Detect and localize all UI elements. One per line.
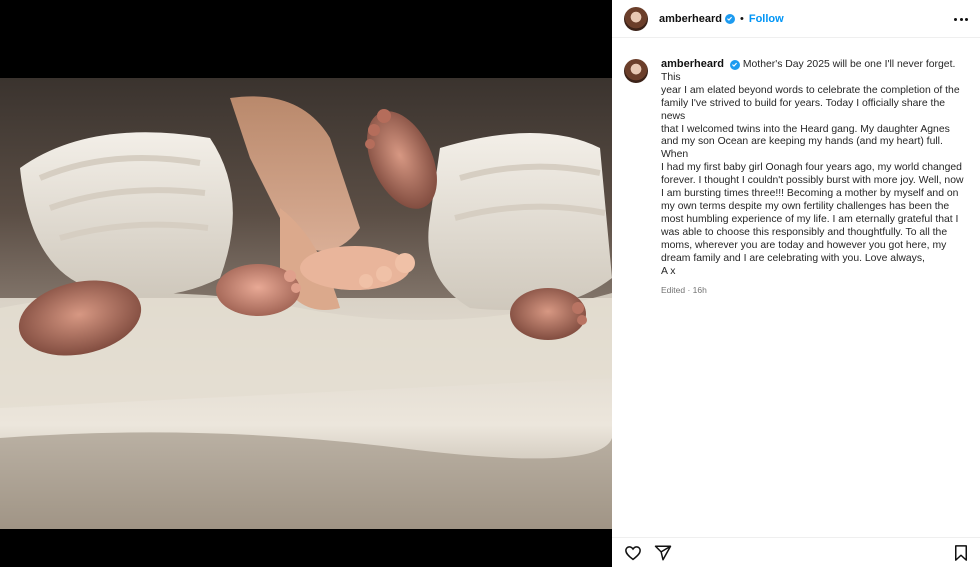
- post-media: [0, 0, 612, 567]
- verified-badge-icon: [724, 13, 735, 24]
- heart-icon[interactable]: [624, 544, 642, 562]
- post-meta[interactable]: Edited · 16h: [661, 285, 965, 295]
- caption-line: moms, wherever you are today and however…: [661, 239, 947, 251]
- caption-verified-badge-icon: [729, 59, 740, 70]
- caption-body: amberheard Mother's Day 2025 will be one…: [661, 58, 965, 295]
- newborn-feet-photo: [0, 96, 612, 529]
- caption-line: forever. I thought I couldn't possibly b…: [661, 175, 964, 187]
- follow-button[interactable]: Follow: [749, 13, 784, 25]
- send-icon[interactable]: [654, 544, 672, 562]
- caption-line: A x: [661, 265, 676, 277]
- caption-line: my own terms despite my own fertility ch…: [661, 200, 950, 212]
- caption-line: was able to choose this responsibly and …: [661, 226, 948, 238]
- header-separator: •: [739, 12, 744, 25]
- post-panel: amberheard • Follow amberheard Mother's …: [612, 0, 980, 567]
- bookmark-icon[interactable]: [952, 544, 970, 562]
- header-username[interactable]: amberheard: [659, 13, 722, 25]
- caption-line: that I welcomed twins into the Heard gan…: [661, 123, 950, 135]
- caption-line: and my son Ocean are keeping my hands (a…: [661, 136, 943, 161]
- post-header: amberheard • Follow: [612, 0, 980, 38]
- caption-line: most humbling experience of my life. I a…: [661, 213, 959, 225]
- caption-line: family I've strived to build for years. …: [661, 97, 946, 122]
- caption-line: I am bursting times three!!! Becoming a …: [661, 188, 959, 200]
- caption-line: I had my first baby girl Oonagh four yea…: [661, 162, 962, 174]
- post-photo[interactable]: [0, 78, 612, 529]
- caption-line: year I am elated beyond words to celebra…: [661, 84, 960, 96]
- more-options-icon[interactable]: [954, 12, 968, 26]
- caption-text: amberheard Mother's Day 2025 will be one…: [661, 58, 965, 278]
- caption-line: dream family and I are celebrating with …: [661, 252, 925, 264]
- caption-username[interactable]: amberheard: [661, 58, 724, 70]
- caption-block: amberheard Mother's Day 2025 will be one…: [624, 58, 972, 295]
- caption-avatar[interactable]: [624, 59, 648, 83]
- action-bar: [612, 537, 980, 567]
- avatar[interactable]: [624, 6, 648, 31]
